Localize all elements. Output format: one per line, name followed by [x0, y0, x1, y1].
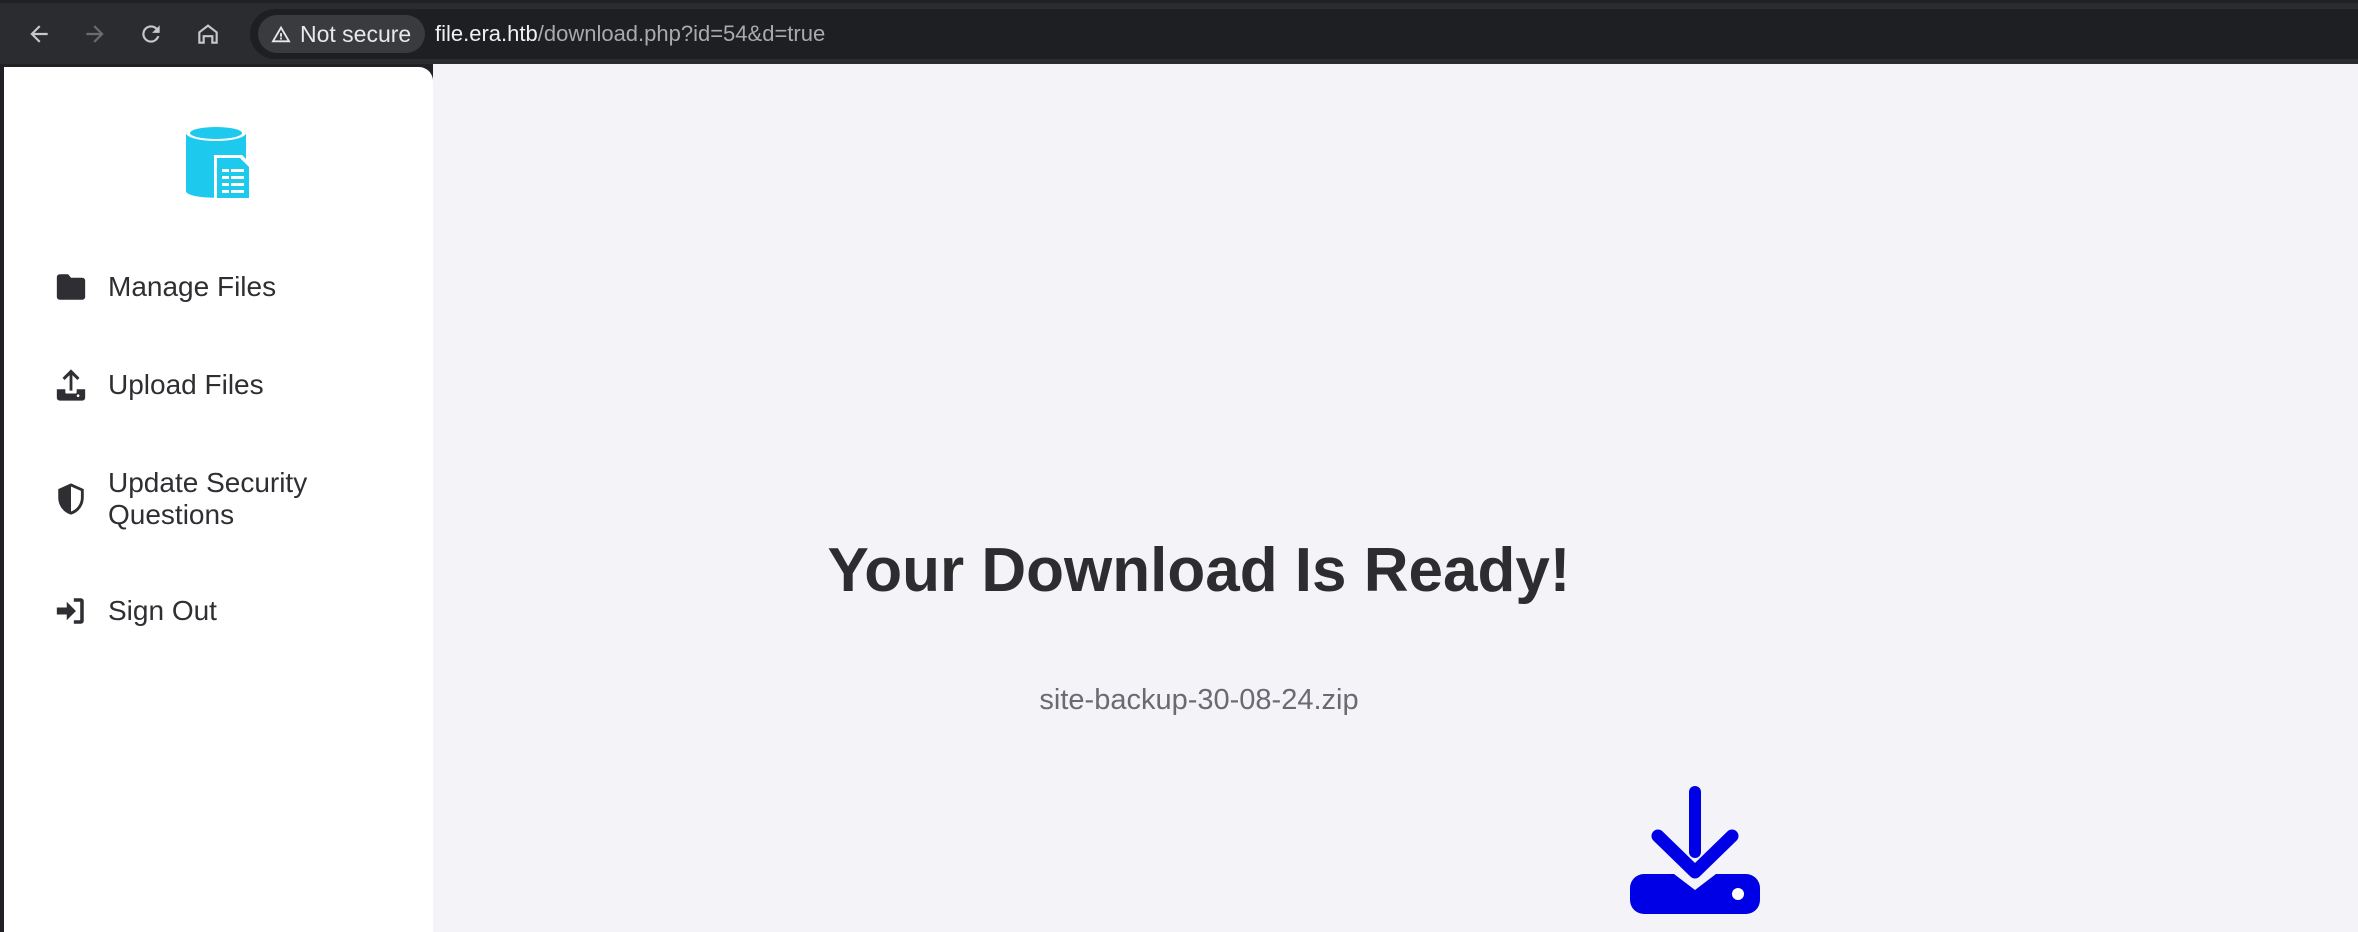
database-file-logo-icon: [186, 125, 252, 201]
download-button[interactable]: [1630, 786, 1760, 914]
sidebar-item-upload-files[interactable]: Upload Files: [52, 366, 264, 404]
page-title: Your Download Is Ready!: [827, 536, 1571, 605]
home-icon: [198, 24, 218, 44]
security-indicator[interactable]: Not secure: [258, 15, 426, 53]
sidebar: Manage Files Upload Files Update Securit…: [4, 67, 433, 932]
upload-icon: [52, 366, 90, 404]
sidebar-item-label: Sign Out: [108, 595, 217, 626]
arrow-right-icon: [86, 25, 104, 43]
sidebar-item-label: Manage Files: [108, 271, 277, 302]
forward-button[interactable]: [77, 16, 113, 52]
sidebar-item-label: Update Security Questions: [108, 467, 308, 530]
sidebar-item-manage-files[interactable]: Manage Files: [52, 268, 276, 306]
sign-out-icon: [52, 592, 90, 630]
url-host: file.era.htb: [435, 21, 538, 46]
reload-icon: [142, 25, 160, 43]
reload-button[interactable]: [133, 16, 169, 52]
download-file-name: site-backup-30-08-24.zip: [1039, 684, 1359, 716]
sidebar-item-label: Upload Files: [108, 369, 264, 400]
sidebar-item-update-security-questions[interactable]: Update Security Questions: [52, 467, 328, 531]
address-bar[interactable]: Not secure file.era.htb/download.php?id=…: [250, 9, 2358, 59]
download-icon: [1630, 786, 1760, 914]
app-logo[interactable]: [184, 121, 256, 203]
sidebar-item-sign-out[interactable]: Sign Out: [52, 592, 217, 630]
url-path: /download.php?id=54&d=true: [537, 21, 826, 46]
browser-toolbar: Not secure file.era.htb/download.php?id=…: [0, 0, 2358, 64]
arrow-left-icon: [30, 25, 48, 43]
home-button[interactable]: [190, 16, 226, 52]
back-button[interactable]: [21, 16, 57, 52]
security-label: Not secure: [300, 20, 412, 47]
url-text[interactable]: file.era.htb/download.php?id=54&d=true: [435, 9, 825, 59]
main-content: Your Download Is Ready! site-backup-30-0…: [433, 64, 2358, 932]
shield-icon: [52, 480, 90, 518]
folder-icon: [52, 268, 90, 306]
warning-triangle-icon: [271, 25, 291, 43]
